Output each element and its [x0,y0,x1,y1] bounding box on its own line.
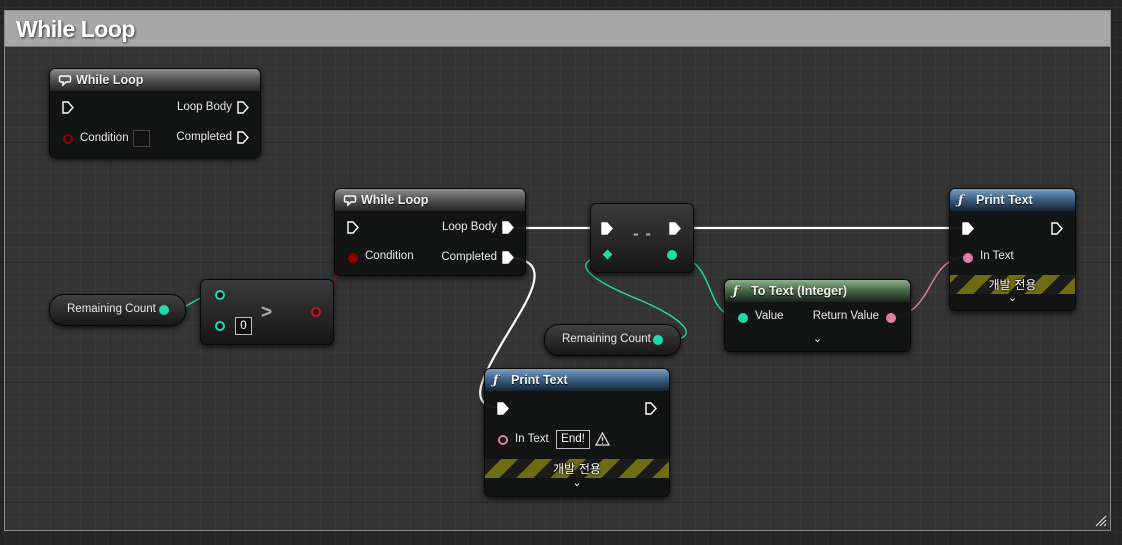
loop-body-label: Loop Body [442,221,497,233]
exec-out-pin-icon[interactable] [237,101,249,114]
resize-grip-icon[interactable] [1095,515,1107,527]
loop-icon [343,189,357,214]
int-out-pin[interactable] [667,250,677,260]
b-input-pin[interactable] [215,321,225,331]
int-out-pin[interactable] [159,305,169,315]
exec-in-pin-icon[interactable] [601,222,613,235]
while-loop-node-unconnected[interactable]: While Loop Loop Body Condition Completed [49,68,261,158]
return-value-label: Return Value [812,310,879,322]
operator-symbol: - - [633,224,653,243]
development-only-label: 개발 전용 [553,462,601,476]
exec-in-pin-icon[interactable] [962,222,974,235]
node-title: While Loop [361,193,429,207]
loop-body-label: Loop Body [177,101,232,113]
comment-title: While Loop [16,16,135,42]
exec-out-pin-icon[interactable] [502,221,514,234]
in-text-field[interactable]: End! [556,430,590,449]
node-header[interactable]: ƒ Print Text [950,189,1075,211]
function-icon: ƒ [493,372,499,387]
remaining-count-variable[interactable]: Remaining Count [544,324,681,356]
print-text-node[interactable]: ƒ Print Text In Text 개발 전용 ⌄ [949,188,1076,311]
exec-out-pin-icon[interactable] [502,251,514,264]
condition-label: Condition [80,132,129,144]
variable-label: Remaining Count [562,333,651,345]
a-input-pin[interactable] [215,290,225,300]
exec-out-pin-icon[interactable] [645,402,657,415]
int-out-pin[interactable] [653,335,663,345]
print-text-node[interactable]: ƒ Print Text In Text End! 개발 전용 ⌄ [484,368,670,497]
exec-in-pin-icon[interactable] [347,221,359,234]
condition-pin[interactable] [63,134,73,144]
chevron-down-icon[interactable]: ⌄ [725,332,910,345]
to-text-integer-node[interactable]: ƒ To Text (Integer) Value Return Value ⌄ [724,279,911,352]
node-header[interactable]: While Loop [335,189,525,211]
variable-label: Remaining Count [67,303,156,315]
node-header[interactable]: ƒ To Text (Integer) [725,280,910,302]
exec-out-pin-icon[interactable] [1051,222,1063,235]
value-label: Value [755,310,784,322]
while-loop-node[interactable]: While Loop Loop Body Condition Completed [334,188,526,276]
exec-in-pin-icon[interactable] [497,402,509,415]
greater-than-node[interactable]: 0 > [200,279,334,345]
operator-symbol: > [261,302,273,323]
decrement-node[interactable]: - - [590,203,694,273]
bool-out-pin[interactable] [311,307,321,317]
b-value-field[interactable]: 0 [235,317,252,335]
in-text-label: In Text [980,250,1014,262]
completed-label: Completed [441,251,497,263]
in-text-label: In Text [515,433,549,445]
node-title: Print Text [976,193,1033,207]
node-title: Print Text [511,373,568,387]
node-header[interactable]: While Loop [50,69,260,91]
completed-label: Completed [176,131,232,143]
exec-out-pin-icon[interactable] [237,131,249,144]
remaining-count-variable[interactable]: Remaining Count [49,294,186,326]
in-text-pin[interactable] [498,435,508,445]
exec-out-pin-icon[interactable] [669,222,681,235]
ref-input-pin-icon[interactable] [602,249,613,260]
exec-in-pin-icon[interactable] [62,101,74,114]
node-title: While Loop [76,73,144,87]
warning-icon [595,432,610,446]
function-icon: ƒ [958,192,964,207]
in-text-pin[interactable] [963,253,973,263]
function-icon: ƒ [733,283,739,298]
condition-checkbox[interactable] [133,130,150,147]
condition-label: Condition [365,250,414,262]
node-header[interactable]: ƒ Print Text [485,369,669,391]
return-value-pin[interactable] [886,313,896,323]
loop-icon [58,69,72,94]
node-title: To Text (Integer) [751,284,848,298]
condition-pin[interactable] [348,253,358,263]
chevron-down-icon[interactable]: ⌄ [950,291,1075,304]
comment-header[interactable]: While Loop [5,11,1110,47]
value-input-pin[interactable] [738,313,748,323]
chevron-down-icon[interactable]: ⌄ [485,476,669,489]
